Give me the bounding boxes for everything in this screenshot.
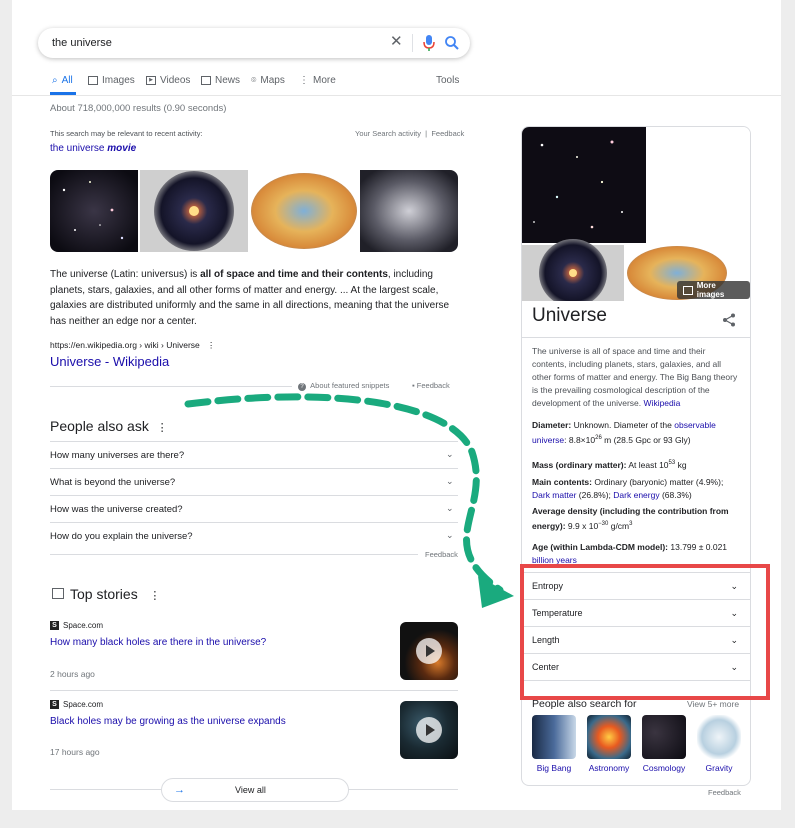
pin-icon: ⌾ <box>251 75 257 85</box>
tools-button[interactable]: Tools <box>436 75 459 86</box>
story-title-link[interactable]: Black holes may be growing as the univer… <box>50 716 286 727</box>
wikipedia-result-link[interactable]: Universe - Wikipedia <box>50 354 169 369</box>
tab-maps[interactable]: ⌾ Maps <box>251 75 285 86</box>
more-images-button[interactable]: More images <box>677 281 750 299</box>
paa-question[interactable]: How do you explain the universe? <box>50 531 193 542</box>
search-bar[interactable]: the universe ✕ <box>38 28 470 58</box>
share-icon[interactable] <box>722 313 736 327</box>
astronomy-image[interactable] <box>587 715 631 759</box>
image-strip[interactable] <box>50 170 458 252</box>
fact-diameter: Diameter: Unknown. Diameter of the obser… <box>532 420 716 445</box>
top-stories-title: Top stories ⋮ <box>70 586 161 602</box>
kebab-icon: ⋮ <box>299 75 309 86</box>
kp-feedback-link[interactable]: Feedback <box>708 788 741 797</box>
dark-matter-link[interactable]: Dark matter <box>532 490 576 500</box>
fact-average-density: Average density (including the contribut… <box>532 506 729 531</box>
feedback-link[interactable]: Feedback <box>431 129 464 138</box>
tab-all[interactable]: ⌕ All <box>52 75 73 86</box>
help-icon: ? <box>298 383 306 391</box>
paa-question[interactable]: How many universes are there? <box>50 450 184 461</box>
story-source: S Space.com <box>50 700 103 709</box>
space-logo-icon: S <box>50 700 59 709</box>
kebab-icon[interactable]: ⋮ <box>149 590 160 602</box>
play-icon[interactable] <box>416 717 442 743</box>
wikipedia-link[interactable]: Wikipedia <box>644 398 681 408</box>
kp-title: Universe <box>532 305 607 326</box>
fact-age: Age (within Lambda-CDM model): 13.799 ± … <box>532 542 728 565</box>
fact-main-contents: Main contents: Ordinary (baryonic) matte… <box>532 477 724 500</box>
story-video-thumbnail[interactable] <box>400 622 458 680</box>
recent-activity-link[interactable]: the universe movie <box>50 143 136 154</box>
arrow-right-icon: → <box>174 784 185 796</box>
recent-activity-note: This search may be relevant to recent ac… <box>50 129 203 138</box>
image-icon <box>683 285 693 295</box>
star-cluster-image[interactable] <box>360 170 458 252</box>
search-icon: ⌕ <box>52 75 58 86</box>
kp-images[interactable] <box>522 127 750 301</box>
view-more-link[interactable]: View 5+ more <box>687 699 739 709</box>
billion-years-link[interactable]: billion years <box>532 555 577 565</box>
dark-energy-link[interactable]: Dark energy <box>613 490 659 500</box>
result-stats: About 718,000,000 results (0.90 seconds) <box>50 103 227 114</box>
cosmology-image[interactable] <box>642 715 686 759</box>
dashed-arrow-annotation <box>184 393 514 608</box>
divider <box>412 34 413 52</box>
kp-galaxies-image[interactable] <box>522 127 646 243</box>
kebab-icon[interactable]: ⋮ <box>207 340 216 350</box>
featured-snippet-text: The universe (Latin: universus) is all o… <box>50 269 450 327</box>
kp-description: The universe is all of space and time an… <box>532 346 738 408</box>
story-video-thumbnail[interactable] <box>400 701 458 759</box>
paa-question[interactable]: How was the universe created? <box>50 504 183 515</box>
divider <box>50 386 292 387</box>
tabs-divider <box>12 95 781 96</box>
big-bang-image[interactable] <box>532 715 576 759</box>
clear-icon[interactable]: ✕ <box>390 34 404 49</box>
highlight-box <box>520 564 770 700</box>
search-icon[interactable] <box>444 35 460 51</box>
feedback-icon: ▪ <box>412 381 415 390</box>
gravity-image[interactable] <box>697 715 741 759</box>
story-time: 17 hours ago <box>50 747 100 757</box>
tab-news[interactable]: News <box>201 75 240 86</box>
pas-astronomy[interactable]: Astronomy <box>584 763 634 773</box>
newspaper-icon <box>201 76 211 85</box>
image-strip-graphics[interactable] <box>50 170 458 252</box>
view-all-button[interactable]: → View all <box>161 778 349 802</box>
story-title-link[interactable]: How many black holes are there in the un… <box>50 637 266 648</box>
pas-cosmology[interactable]: Cosmology <box>639 763 689 773</box>
play-icon[interactable] <box>416 638 442 664</box>
fact-mass: Mass (ordinary matter): At least 1053 kg <box>532 459 687 470</box>
search-input[interactable]: the universe <box>52 37 112 49</box>
pas-big-bang[interactable]: Big Bang <box>529 763 579 773</box>
results-page: the universe ✕ ⌕ All Images ▶ Videos New… <box>12 0 781 810</box>
image-icon <box>88 76 98 85</box>
people-also-ask-title: People also ask ⋮ <box>50 418 168 434</box>
tab-images[interactable]: Images <box>88 75 135 86</box>
kebab-icon[interactable]: ⋮ <box>157 422 168 434</box>
pas-gravity[interactable]: Gravity <box>694 763 744 773</box>
wikipedia-url[interactable]: https://en.wikipedia.org › wiki › Univer… <box>50 340 215 351</box>
microphone-icon[interactable] <box>422 34 436 52</box>
divider <box>50 690 458 691</box>
play-box-icon: ▶ <box>146 76 156 85</box>
tab-videos[interactable]: ▶ Videos <box>146 75 190 86</box>
newspaper-icon <box>52 588 64 599</box>
space-logo-icon: S <box>50 621 59 630</box>
paa-question[interactable]: What is beyond the universe? <box>50 477 175 488</box>
tab-more[interactable]: ⋮ More <box>299 75 336 86</box>
story-time: 2 hours ago <box>50 669 95 679</box>
story-source: S Space.com <box>50 621 103 630</box>
galaxies-image[interactable] <box>50 170 138 252</box>
about-featured-snippets-link[interactable]: ? About featured snippets <box>298 381 389 391</box>
divider <box>522 337 750 338</box>
snippet-feedback-link[interactable]: ▪ Feedback <box>412 381 450 390</box>
your-search-activity-link[interactable]: Your Search activity | Feedback <box>355 129 464 138</box>
